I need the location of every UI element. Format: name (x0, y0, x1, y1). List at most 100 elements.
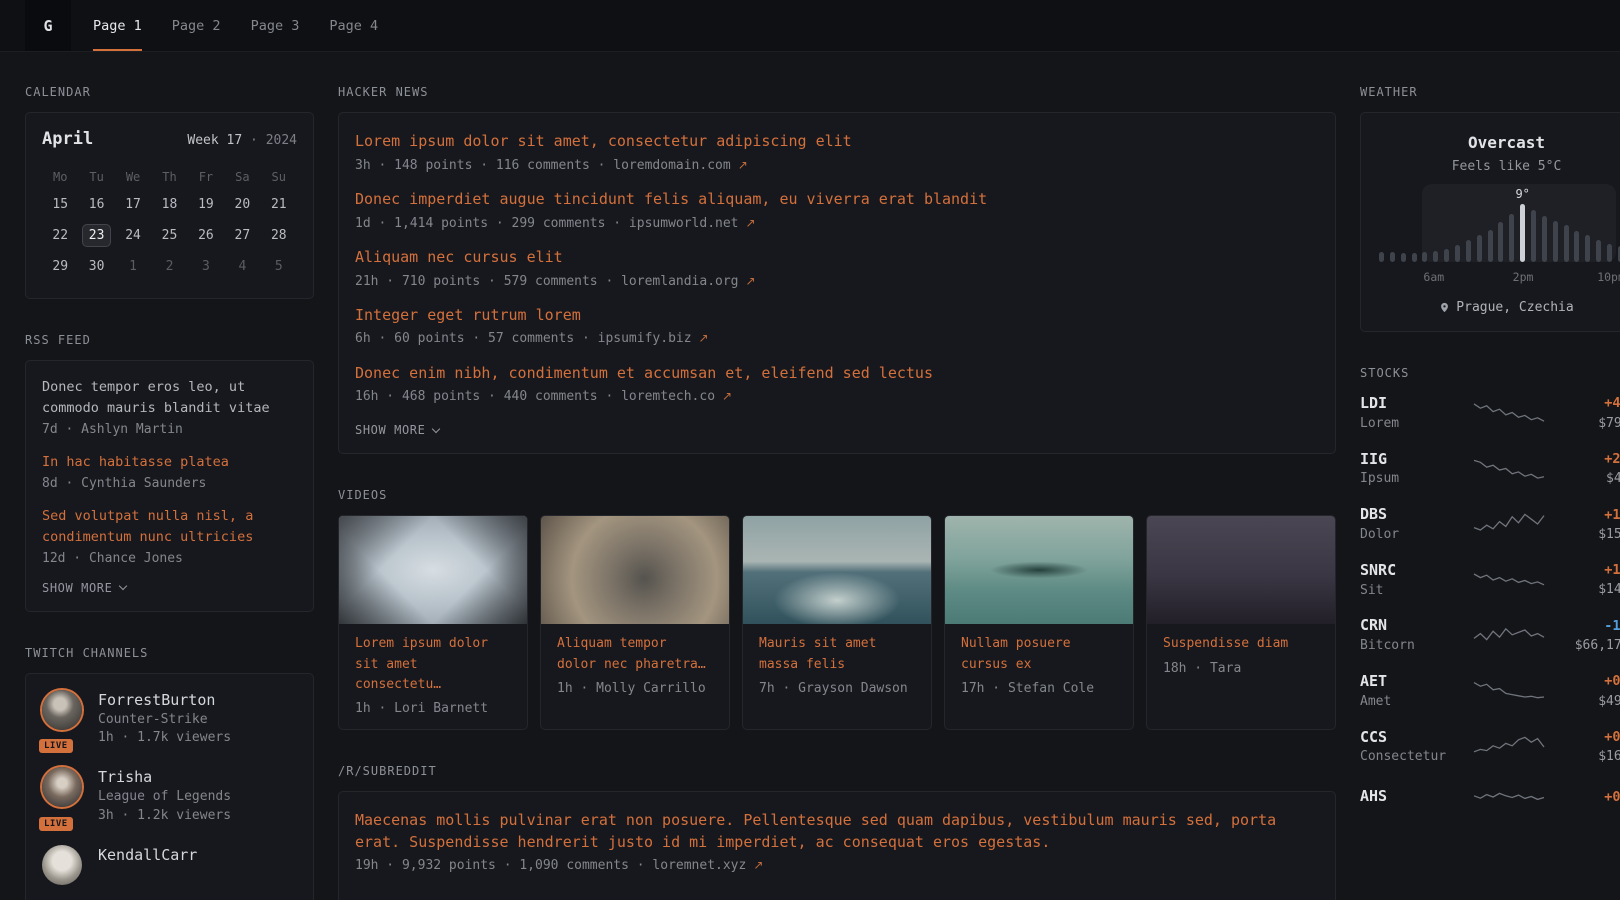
widget-title-hackernews: HACKER NEWS (338, 85, 1336, 99)
video-meta: 17h · Stefan Cole (945, 675, 1133, 709)
calendar-day: 1 (115, 251, 151, 282)
channel-game: Counter-Strike (98, 711, 231, 730)
rss-item-title[interactable]: In hac habitasse platea (42, 452, 297, 473)
weather-bar (1596, 204, 1601, 262)
stock-ticker: AET (1360, 671, 1472, 693)
stock-name: Amet (1360, 693, 1472, 712)
subreddit-post-list: Maecenas mollis pulvinar erat non posuer… (355, 810, 1319, 877)
stock-row[interactable]: SNRC Sit +1.36% $148.64 (1360, 560, 1620, 601)
subreddit-post-title[interactable]: Maecenas mollis pulvinar erat non posuer… (355, 810, 1319, 854)
stock-change: +1.36% (1548, 560, 1620, 580)
video-thumbnail (743, 516, 931, 624)
stocks-widget: STOCKS LDI Lorem +4.35% $795.18 (1360, 366, 1620, 812)
stock-identity: AET Amet (1360, 671, 1472, 712)
topbar: G Page 1 Page 2 Page 3 Page 4 (0, 0, 1620, 52)
hackernews-item-meta: 21h · 710 points · 579 comments · loreml… (355, 272, 1319, 292)
app-logo[interactable]: G (25, 0, 71, 51)
page-tab[interactable]: Page 1 (93, 0, 142, 51)
calendar-widget: CALENDAR April Week 17 · 2024 MoTuWeThFr… (25, 85, 314, 299)
stock-identity: CCS Consectetur (1360, 727, 1472, 768)
video-title: Suspendisse diam (1147, 624, 1335, 654)
stock-name: Dolor (1360, 526, 1472, 545)
rss-item-title[interactable]: Donec tempor eros leo, ut commodo mauris… (42, 377, 297, 419)
stock-change: +4.35% (1548, 393, 1620, 413)
video-card[interactable]: Mauris sit amet massa felis 7h · Grayson… (742, 515, 932, 729)
weather-widget: WEATHER Overcast Feels like 5°C (1360, 85, 1620, 332)
stock-sparkline (1472, 621, 1548, 651)
stock-row[interactable]: AHS +0.46% (1360, 782, 1620, 812)
hackernews-item-title[interactable]: Donec enim nibh, condimentum et accumsan… (355, 363, 1319, 385)
hackernews-item-title[interactable]: Donec imperdiet augue tincidunt felis al… (355, 189, 1319, 211)
widget-title-weather: WEATHER (1360, 85, 1620, 99)
twitch-channel[interactable]: LIVE Trisha League of Legends 3h · 1.2k … (42, 767, 297, 826)
rss-item-title[interactable]: Sed volutpat nulla nisl, a condimentum n… (42, 506, 297, 548)
temperature-label: 9° (1515, 187, 1529, 201)
twitch-channel[interactable]: LIVE KendallCarr (42, 845, 297, 885)
hackernews-item-title[interactable]: Lorem ipsum dolor sit amet, consectetur … (355, 131, 1319, 153)
stock-row[interactable]: AET Amet +0.92% $499.72 (1360, 671, 1620, 712)
calendar-header: April Week 17 · 2024 (42, 129, 297, 149)
left-column: CALENDAR April Week 17 · 2024 MoTuWeThFr… (25, 85, 314, 900)
videos-row: Lorem ipsum dolor sit amet consectetu… 1… (338, 515, 1336, 729)
stock-row[interactable]: DBS Dolor +1.42% $156.28 (1360, 504, 1620, 545)
page-tab[interactable]: Page 2 (172, 0, 221, 51)
rss-show-more-button[interactable]: SHOW MORE (42, 581, 297, 595)
video-card[interactable]: Suspendisse diam 18h · Tara (1146, 515, 1336, 729)
widget-title-twitch: TWITCH CHANNELS (25, 646, 314, 660)
stock-row[interactable]: CCS Consectetur +0.51% $165.84 (1360, 727, 1620, 768)
stock-price: $165.84 (1548, 747, 1620, 767)
hackernews-item-title[interactable]: Integer eget rutrum lorem (355, 305, 1319, 327)
rss-item: Donec tempor eros leo, ut commodo mauris… (42, 377, 297, 437)
day-of-week-label: We (115, 165, 151, 189)
video-card[interactable]: Lorem ipsum dolor sit amet consectetu… 1… (338, 515, 528, 729)
calendar-day: 20 (224, 189, 260, 220)
external-link-icon: ↗ (738, 158, 748, 172)
stock-sparkline (1472, 676, 1548, 706)
twitch-channel[interactable]: LIVE ForrestBurton Counter-Strike 1h · 1… (42, 690, 297, 749)
hackernews-show-more-button[interactable]: SHOW MORE (355, 423, 1319, 437)
stock-identity: AHS (1360, 786, 1472, 808)
channel-name: ForrestBurton (98, 690, 231, 711)
stock-ticker: SNRC (1360, 560, 1472, 582)
calendar-day: 5 (261, 251, 297, 282)
right-column: WEATHER Overcast Feels like 5°C (1360, 85, 1620, 846)
stock-identity: SNRC Sit (1360, 560, 1472, 601)
hackernews-item: Donec imperdiet augue tincidunt felis al… (355, 189, 1319, 234)
stock-ticker: CRN (1360, 615, 1472, 637)
rss-item: In hac habitasse platea 8d · Cynthia Sau… (42, 452, 297, 491)
rss-card: Donec tempor eros leo, ut commodo mauris… (25, 360, 314, 612)
hackernews-item-title[interactable]: Aliquam nec cursus elit (355, 247, 1319, 269)
twitch-card: LIVE ForrestBurton Counter-Strike 1h · 1… (25, 673, 314, 900)
weather-bar (1564, 204, 1569, 262)
weather-bar (1412, 204, 1417, 262)
stock-row[interactable]: IIG Ipsum +2.84% $42.04 (1360, 449, 1620, 490)
weather-bar (1390, 204, 1395, 262)
page-tab[interactable]: Page 3 (251, 0, 300, 51)
stock-sparkline (1472, 398, 1548, 428)
chevron-down-icon (432, 425, 440, 433)
page-tab[interactable]: Page 4 (329, 0, 378, 51)
location-pin-icon (1439, 301, 1450, 314)
subreddit-post-meta: 19h · 9,932 points · 1,090 comments · lo… (355, 856, 1319, 876)
stock-sparkline (1472, 509, 1548, 539)
video-title: Mauris sit amet massa felis (743, 624, 931, 674)
subreddit-post: Maecenas mollis pulvinar erat non posuer… (355, 810, 1319, 877)
stock-row[interactable]: LDI Lorem +4.35% $795.18 (1360, 393, 1620, 434)
calendar-day: 18 (151, 189, 187, 220)
stock-row[interactable]: CRN Bitcorn -1.00% $66,171.48 (1360, 615, 1620, 656)
stock-ticker: CCS (1360, 727, 1472, 749)
dot-separator: · (250, 133, 258, 148)
widget-title-rss: RSS FEED (25, 333, 314, 347)
avatar: LIVE (42, 767, 84, 826)
stock-identity: LDI Lorem (1360, 393, 1472, 434)
channel-meta: 3h · 1.2k viewers (98, 807, 231, 826)
weather-bar (1433, 204, 1438, 262)
video-card[interactable]: Aliquam tempor dolor nec pharetra… 1h · … (540, 515, 730, 729)
calendar-year: 2024 (266, 133, 297, 148)
rss-item-meta: 8d · Cynthia Saunders (42, 476, 297, 491)
video-card[interactable]: Nullam posuere cursus ex 17h · Stefan Co… (944, 515, 1134, 729)
stock-values: +1.42% $156.28 (1548, 505, 1620, 545)
weather-bar (1509, 204, 1514, 262)
avatar-image (42, 845, 82, 885)
twitch-widget: TWITCH CHANNELS LIVE ForrestBurton Count… (25, 646, 314, 900)
